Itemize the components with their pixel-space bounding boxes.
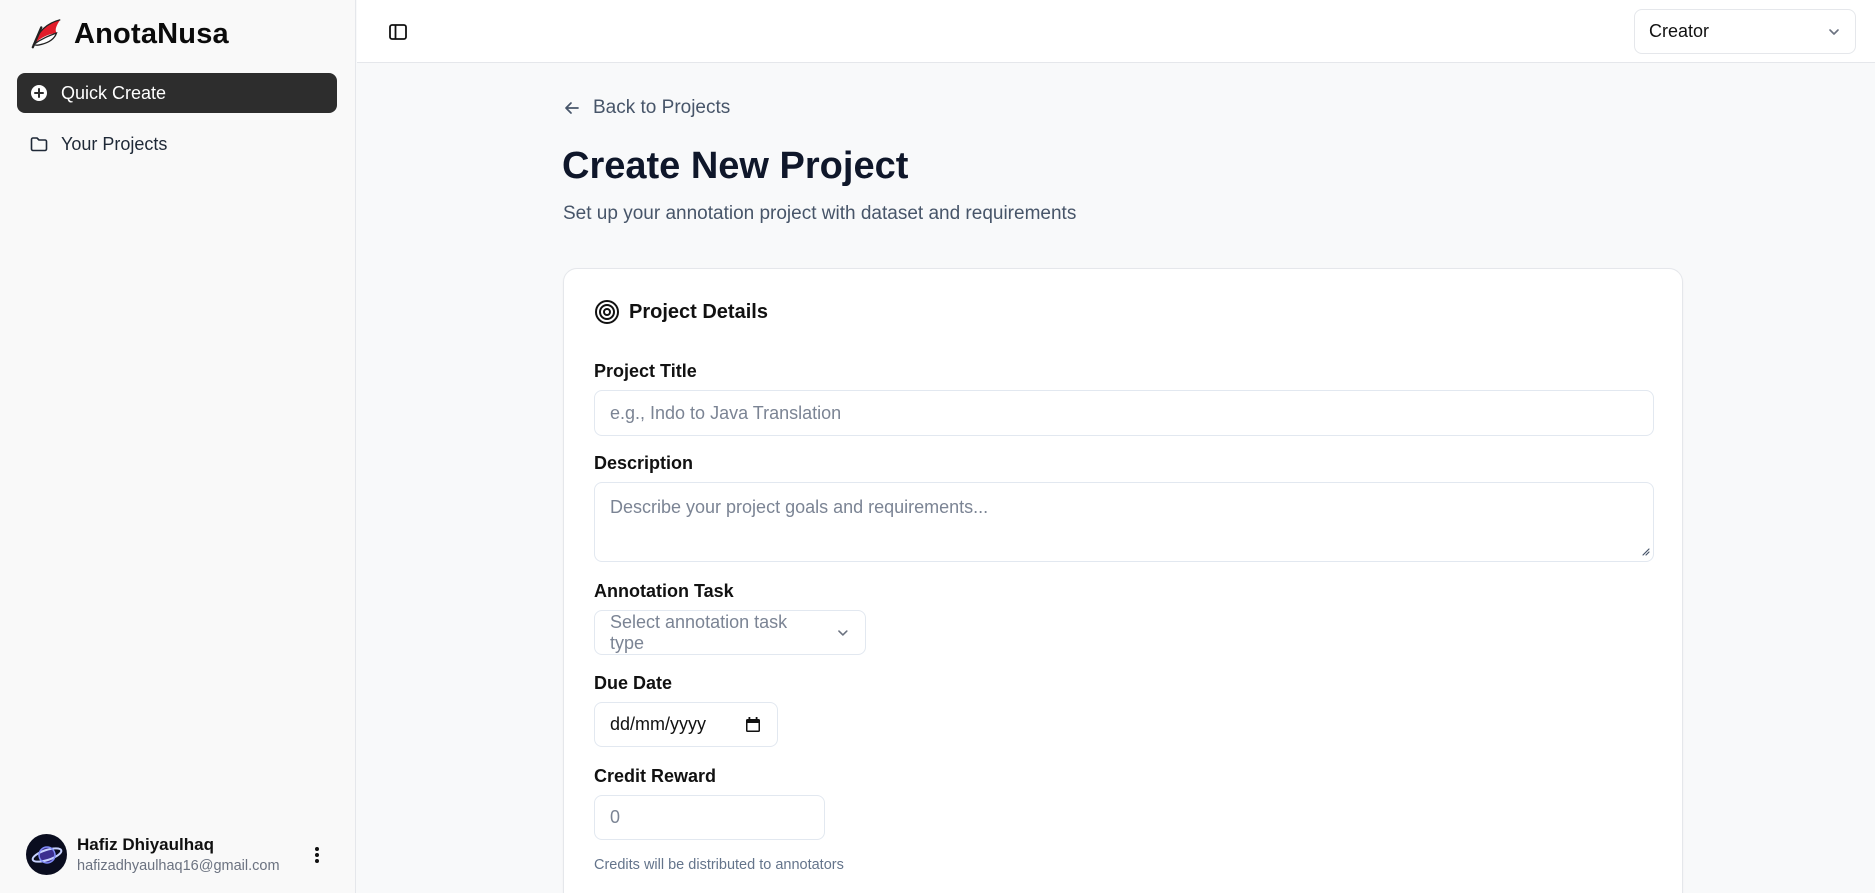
role-select[interactable]: Creator: [1634, 9, 1856, 54]
sidebar-item-label: Quick Create: [61, 82, 167, 103]
project-details-card: Project Details Project Title Descriptio…: [563, 268, 1683, 893]
due-date-label: Due Date: [594, 673, 673, 693]
annotation-task-select[interactable]: Select annotation task type: [594, 610, 866, 655]
annotation-task-placeholder: Select annotation task type: [610, 611, 788, 653]
chevron-down-icon: [838, 629, 848, 636]
more-vertical-icon[interactable]: [306, 842, 328, 868]
credit-reward-helper: Credits will be distributed to annotator…: [594, 857, 844, 873]
calendar-icon[interactable]: [744, 716, 762, 734]
credit-reward-input[interactable]: [594, 795, 825, 840]
due-date-input[interactable]: dd/mm/yyyy: [594, 702, 778, 747]
plus-circle-icon: [29, 83, 49, 103]
sidebar-toggle-icon[interactable]: [387, 21, 409, 43]
card-header: Project Details: [594, 299, 768, 325]
sidebar-item-label: Your Projects: [61, 133, 168, 154]
user-name: Hafiz Dhiyaulhaq: [77, 835, 214, 854]
annotation-task-label: Annotation Task: [594, 581, 734, 601]
user-email: hafizadhyaulhaq16@gmail.com: [77, 858, 280, 874]
back-to-projects-link[interactable]: Back to Projects: [563, 97, 730, 119]
page-title: Create New Project: [562, 145, 909, 187]
description-textarea[interactable]: [594, 482, 1654, 562]
brand-name: AnotaNusa: [74, 17, 229, 50]
back-label: Back to Projects: [593, 97, 731, 118]
topbar: Creator: [357, 0, 1875, 63]
project-title-input[interactable]: [594, 390, 1654, 436]
target-icon: [595, 300, 619, 324]
page-subtitle: Set up your annotation project with data…: [563, 203, 1077, 224]
flag-logo-icon: [31, 19, 61, 49]
sidebar-item-quick-create[interactable]: Quick Create: [17, 73, 337, 113]
brand[interactable]: AnotaNusa: [28, 16, 229, 52]
due-date-value: dd/mm/yyyy: [610, 714, 707, 734]
user-profile[interactable]: Hafiz Dhiyaulhaq hafizadhyaulhaq16@gmail…: [26, 834, 280, 875]
card-title: Project Details: [629, 300, 768, 323]
arrow-left-icon: [565, 102, 579, 114]
sidebar: AnotaNusa Quick Create Your Projects Haf…: [0, 0, 356, 893]
description-label: Description: [594, 453, 694, 473]
chevron-down-icon: [1829, 28, 1839, 35]
credit-reward-label: Credit Reward: [594, 766, 717, 786]
resize-handle-icon[interactable]: [1640, 546, 1650, 556]
sidebar-item-your-projects[interactable]: Your Projects: [17, 124, 337, 164]
folder-icon: [29, 134, 49, 154]
project-title-label: Project Title: [594, 361, 697, 381]
role-select-value: Creator: [1649, 21, 1710, 41]
avatar: [26, 834, 67, 875]
